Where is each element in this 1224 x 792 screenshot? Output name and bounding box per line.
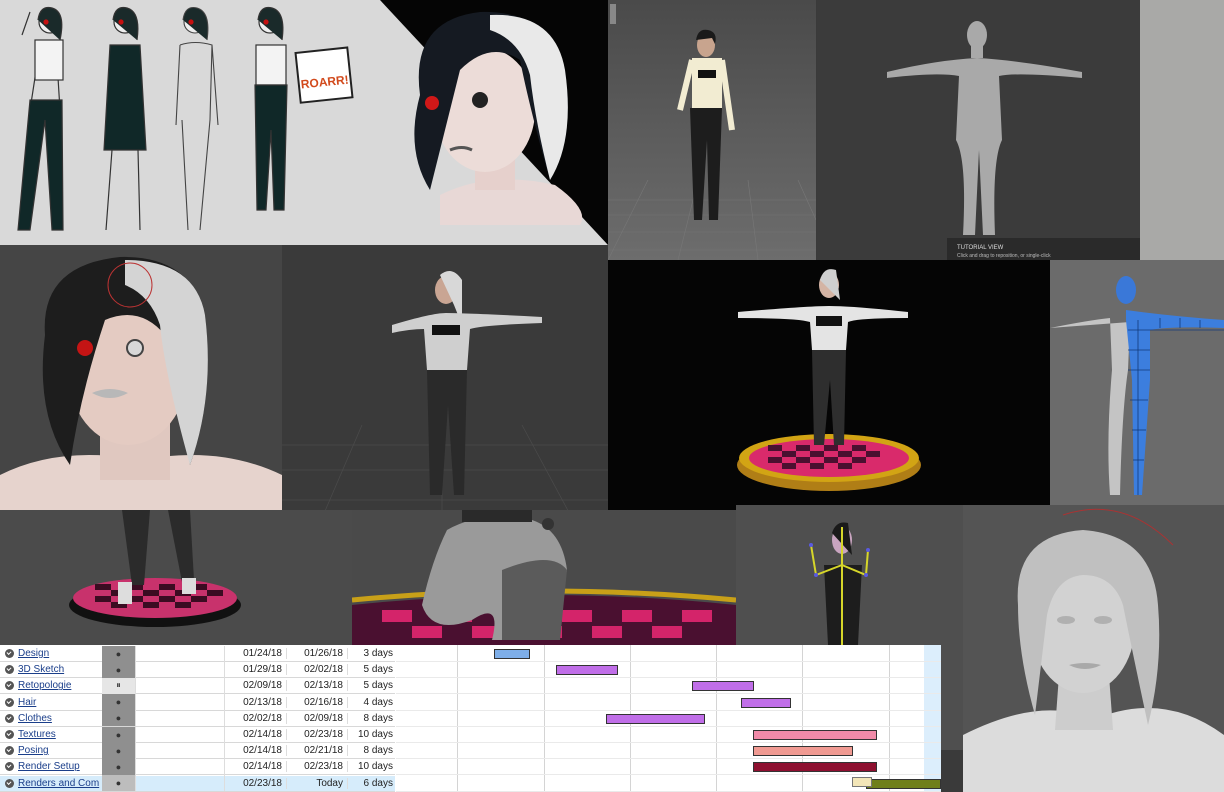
gantt-bar-retopologie[interactable]	[692, 681, 754, 692]
task-status-cell[interactable]: ●	[102, 645, 135, 662]
gantt-today-marker[interactable]	[852, 777, 872, 787]
task-end-date[interactable]: 02/23/18	[286, 761, 347, 773]
task-status-cell[interactable]: ●	[102, 661, 135, 678]
task-status-cell[interactable]: ●	[102, 775, 135, 792]
task-status-cell[interactable]: ●	[102, 758, 135, 775]
task-end-date[interactable]: Today	[286, 777, 347, 789]
task-complete-icon[interactable]	[5, 681, 14, 691]
gantt-bar-posing[interactable]	[753, 746, 853, 757]
task-complete-icon[interactable]	[5, 649, 14, 658]
task-start-date[interactable]: 02/14/18	[225, 745, 286, 756]
task-duration[interactable]: 4 days	[347, 696, 397, 708]
tutorial-view-hint: Click and drag to reposition, or single-…	[957, 253, 1051, 259]
task-duration[interactable]: 10 days	[347, 761, 397, 773]
task-end-date[interactable]: 02/23/18	[286, 729, 347, 740]
task-complete-icon[interactable]	[5, 713, 14, 723]
task-duration[interactable]: 3 days	[347, 648, 397, 659]
task-name-link[interactable]: Textures	[18, 729, 102, 740]
gantt-task-row[interactable]: Renders and Com ● 02/23/18 Today 6 days	[0, 775, 397, 792]
task-name-link[interactable]: Render Setup	[18, 761, 102, 772]
gantt-task-row[interactable]: Design ● 01/24/18 01/26/18 3 days	[0, 645, 397, 662]
task-name-link[interactable]: Clothes	[18, 713, 102, 724]
task-complete-icon[interactable]	[5, 762, 14, 772]
task-name-link[interactable]: Renders and Com	[18, 778, 102, 789]
task-name-link[interactable]: Retopologie	[18, 680, 102, 691]
task-status-cell[interactable]: ⏸	[102, 677, 135, 694]
task-start-date[interactable]: 02/02/18	[225, 713, 286, 724]
gantt-task-row[interactable]: 3D Sketch ● 01/29/18 02/02/18 5 days	[0, 661, 397, 679]
task-status-cell[interactable]: ●	[102, 710, 135, 727]
task-duration[interactable]: 8 days	[347, 712, 397, 724]
task-end-date[interactable]: 02/16/18	[286, 696, 347, 708]
task-notes-cell[interactable]	[135, 645, 225, 662]
task-start-date[interactable]: 02/14/18	[225, 761, 286, 772]
task-status-cell[interactable]: ●	[102, 742, 135, 759]
gantt-timeline	[396, 645, 941, 792]
task-end-date[interactable]: 02/13/18	[286, 680, 347, 692]
grey-sculpt-bust	[963, 505, 1224, 792]
gantt-bar-design[interactable]	[494, 649, 530, 659]
blank-panel	[1140, 0, 1224, 260]
task-complete-icon[interactable]	[5, 697, 14, 707]
base-mesh-viewport: TUTORIAL VIEW Click and drag to repositi…	[817, 0, 1140, 260]
task-start-date[interactable]: 02/23/18	[225, 778, 286, 789]
task-complete-icon[interactable]	[5, 730, 14, 739]
task-name-link[interactable]: Hair	[18, 697, 102, 708]
task-notes-cell[interactable]	[135, 758, 225, 775]
gantt-bar-clothes[interactable]	[606, 713, 705, 724]
viewport-clothed-model	[608, 0, 816, 260]
task-duration[interactable]: 5 days	[347, 664, 397, 676]
task-name-link[interactable]: Posing	[18, 745, 102, 756]
task-complete-icon[interactable]	[5, 746, 14, 756]
concept-sketch-image: ROARR!	[0, 0, 380, 245]
task-end-date[interactable]: 02/02/18	[286, 664, 347, 676]
task-duration[interactable]: 10 days	[347, 729, 397, 740]
task-notes-cell[interactable]	[135, 726, 225, 743]
task-duration[interactable]: 5 days	[347, 680, 397, 692]
task-duration[interactable]: 8 days	[347, 745, 397, 757]
gantt-bar-renders-and-com[interactable]	[866, 778, 941, 789]
boots-closeup-render	[352, 510, 736, 645]
task-notes-cell[interactable]	[135, 694, 225, 711]
task-start-date[interactable]: 01/24/18	[225, 648, 286, 659]
task-status-cell[interactable]: ●	[102, 694, 135, 711]
gantt-bar-hair[interactable]	[741, 697, 791, 708]
gantt-task-panel: Design ● 01/24/18 01/26/18 3 days 3D Sketch ● 0…	[0, 645, 941, 792]
tutorial-view-title: TUTORIAL VIEW	[957, 245, 1004, 251]
task-complete-icon[interactable]	[5, 778, 14, 788]
legs-base-render	[0, 510, 352, 645]
gantt-task-row[interactable]: Retopologie ⏸ 02/09/18 02/13/18 5 days	[0, 677, 397, 695]
task-start-date[interactable]: 02/14/18	[225, 729, 286, 740]
task-end-date[interactable]: 02/21/18	[286, 745, 347, 757]
task-start-date[interactable]: 02/13/18	[225, 697, 286, 708]
gantt-task-row[interactable]: Clothes ● 02/02/18 02/09/18 8 days	[0, 710, 397, 727]
task-complete-icon[interactable]	[5, 665, 14, 675]
task-name-link[interactable]: 3D Sketch	[18, 664, 102, 675]
task-notes-cell[interactable]	[135, 742, 225, 759]
task-notes-cell[interactable]	[135, 677, 225, 694]
task-end-date[interactable]: 02/09/18	[286, 712, 347, 724]
gantt-bar-textures[interactable]	[753, 730, 877, 740]
task-status-cell[interactable]: ●	[102, 726, 135, 743]
gantt-task-row[interactable]: Posing ● 02/14/18 02/21/18 8 days	[0, 742, 397, 760]
task-name-link[interactable]: Design	[18, 648, 102, 659]
head-sculpt-closeup	[0, 245, 282, 510]
gantt-task-row[interactable]: Textures ● 02/14/18 02/23/18 10 days	[0, 726, 397, 743]
gantt-task-row[interactable]: Render Setup ● 02/14/18 02/23/18 10 days	[0, 758, 397, 776]
gantt-bar-3d-sketch[interactable]	[556, 665, 618, 676]
task-start-date[interactable]: 01/29/18	[225, 664, 286, 675]
task-notes-cell[interactable]	[135, 661, 225, 678]
gantt-task-row[interactable]: Hair ● 02/13/18 02/16/18 4 days	[0, 694, 397, 711]
tpose-clothed-viewport	[282, 245, 608, 518]
task-end-date[interactable]: 01/26/18	[286, 648, 347, 659]
task-notes-cell[interactable]	[135, 710, 225, 727]
task-start-date[interactable]: 02/09/18	[225, 680, 286, 691]
task-notes-cell[interactable]	[135, 775, 225, 792]
platform-render-viewport	[608, 260, 1050, 510]
portrait-painting-image	[380, 0, 608, 245]
gantt-bar-render-setup[interactable]	[753, 762, 877, 773]
retopology-viewport	[1050, 260, 1224, 505]
task-duration[interactable]: 6 days	[347, 777, 397, 789]
